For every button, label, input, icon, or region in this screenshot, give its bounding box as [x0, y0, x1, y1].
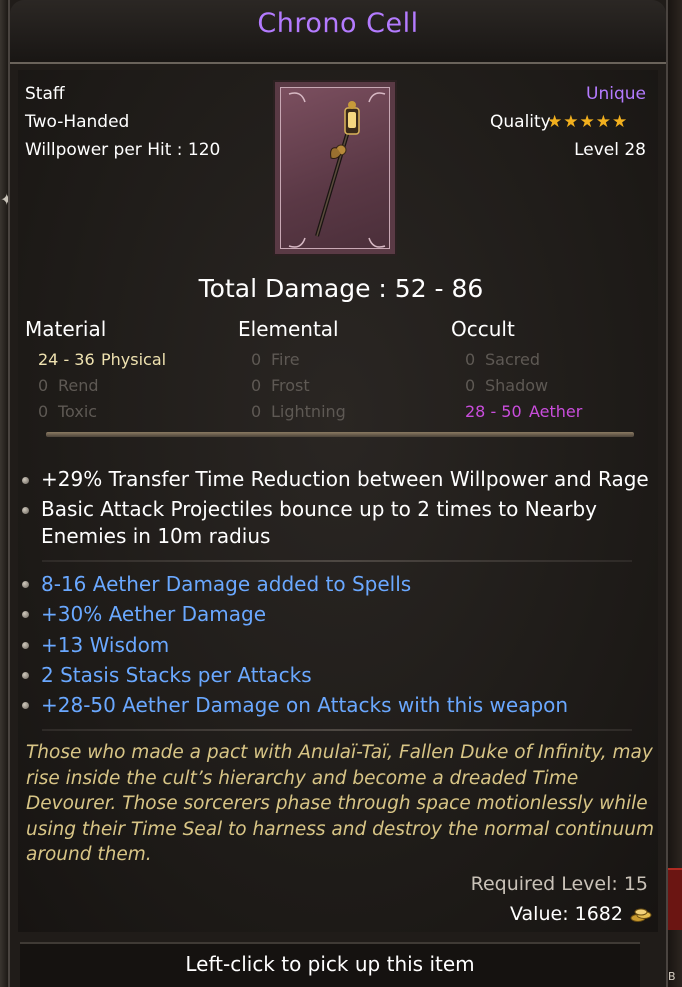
damage-value-sacred: 0 [465, 350, 476, 369]
damage-divider [46, 432, 634, 437]
damage-value-fire: 0 [251, 350, 262, 369]
damage-value-shadow: 0 [465, 376, 476, 395]
lore-line: using their Time Seal to harness and des… [26, 818, 654, 840]
item-lore: Those who made a pact with Anulaï-Taï, F… [26, 740, 656, 868]
star-icon: ★ [595, 112, 612, 132]
lore-line: around them. [26, 844, 152, 865]
total-damage: Total Damage : 52 - 86 [198, 274, 484, 303]
bullet-icon [22, 581, 29, 588]
right-edge-background: B [666, 0, 682, 987]
damage-label-rend: Rend [58, 376, 99, 395]
bullet-icon [22, 702, 29, 709]
staff-portrait [288, 92, 386, 248]
occult-header: Occult [451, 317, 515, 341]
damage-label-lightning: Lightning [271, 402, 346, 421]
affix-divider [42, 560, 632, 562]
willpower-per-hit: Willpower per Hit : 120 [25, 140, 221, 160]
quality-stars: ★★★★★ [547, 112, 628, 132]
damage-label-physical: Physical [101, 350, 167, 369]
item-level: Level 28 [574, 140, 646, 160]
item-portrait [273, 80, 397, 256]
affix-3: +13 Wisdom [41, 633, 170, 657]
hotkey-tag: B [668, 970, 676, 983]
item-handedness: Two-Handed [25, 112, 130, 132]
damage-label-shadow: Shadow [485, 376, 549, 395]
implicit-affix-1: +29% Transfer Time Reduction between Wil… [41, 467, 649, 491]
star-icon: ★ [563, 112, 580, 132]
lore-line: Devourer. Those sorcerers phase through … [26, 793, 648, 814]
lore-line: Those who made a pact with Anulaï-Taï, F… [26, 742, 653, 763]
star-icon: ★ [579, 112, 596, 132]
gold-coins-icon [630, 908, 652, 922]
item-value: Value: 1682 [510, 903, 623, 925]
bullet-icon [22, 642, 29, 649]
damage-label-sacred: Sacred [485, 350, 540, 369]
bullet-icon [22, 507, 29, 514]
damage-label-fire: Fire [271, 350, 300, 369]
damage-label-aether: Aether [529, 402, 583, 421]
tooltip-header: Chrono Cell [10, 0, 666, 64]
affix-5: +28-50 Aether Damage on Attacks with thi… [41, 693, 569, 717]
bullet-icon [22, 477, 29, 484]
pickup-hint: Left-click to pick up this item [185, 952, 475, 976]
bullet-icon [22, 611, 29, 618]
required-level: Required Level: 15 [470, 873, 648, 895]
affix-2: +30% Aether Damage [41, 602, 266, 626]
pickup-hint-bar: Left-click to pick up this item [20, 942, 640, 987]
affix-4: 2 Stasis Stacks per Attacks [41, 663, 312, 687]
damage-value-aether: 28 - 50 [465, 402, 522, 421]
elemental-header: Elemental [238, 317, 339, 341]
damage-value-rend: 0 [38, 376, 49, 395]
damage-label-toxic: Toxic [58, 402, 98, 421]
affix-1: 8-16 Aether Damage added to Spells [41, 572, 412, 596]
quality-label: Quality [490, 112, 551, 132]
lore-line: rise inside the cult’s hierarchy and bec… [26, 767, 579, 789]
implicit-affix-2-cont: Enemies in 10m radius [41, 524, 271, 548]
lore-divider [42, 729, 632, 731]
damage-value-physical: 24 - 36 [38, 350, 95, 369]
health-orb-edge [668, 868, 682, 930]
item-rarity: Unique [586, 84, 646, 104]
damage-value-frost: 0 [251, 376, 262, 395]
damage-label-frost: Frost [271, 376, 310, 395]
damage-value-toxic: 0 [38, 402, 49, 421]
star-icon: ★ [547, 112, 564, 132]
implicit-affix-2: Basic Attack Projectiles bounce up to 2 … [41, 497, 597, 521]
item-type: Staff [25, 84, 65, 104]
material-header: Material [25, 317, 107, 341]
damage-value-lightning: 0 [251, 402, 262, 421]
star-icon: ★ [612, 112, 629, 132]
bullet-icon [22, 672, 29, 679]
item-name: Chrono Cell [257, 8, 419, 39]
